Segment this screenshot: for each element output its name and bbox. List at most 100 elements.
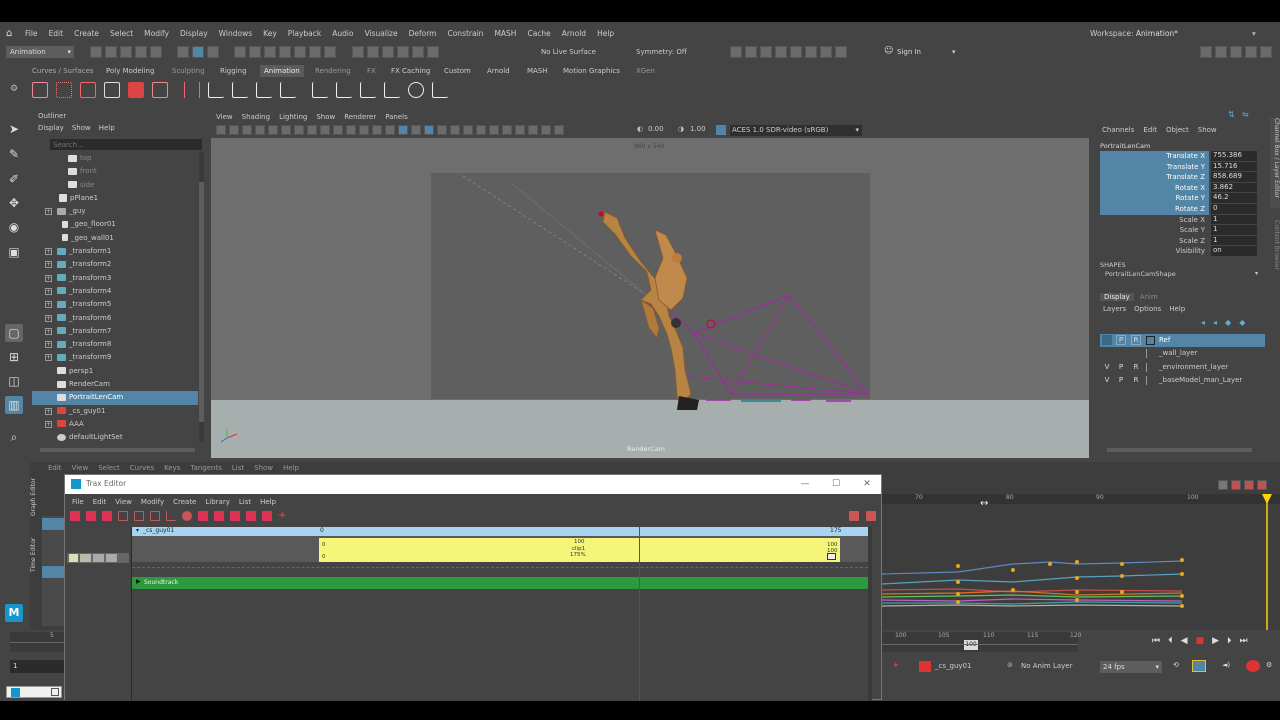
- channel-value[interactable]: 858.689: [1211, 172, 1257, 182]
- expand-icon[interactable]: +: [45, 274, 52, 282]
- channel-box-icon[interactable]: [1245, 46, 1257, 58]
- shelf-tab-rendering[interactable]: Rendering: [315, 65, 351, 77]
- render-settings-icon[interactable]: [775, 46, 787, 58]
- rigid-bind-icon[interactable]: [256, 82, 273, 98]
- time-slider-left[interactable]: 5: [10, 632, 64, 652]
- save-scene-icon[interactable]: [120, 46, 132, 58]
- motion-blur-icon[interactable]: [476, 125, 486, 135]
- trax-menu-view[interactable]: View: [115, 498, 132, 506]
- character-track-header[interactable]: ▾ _cs_guy01 0 175: [132, 527, 868, 536]
- layer-reference-toggle[interactable]: R: [1131, 361, 1141, 374]
- auto-key-icon[interactable]: [1192, 660, 1206, 672]
- step-back-key-icon[interactable]: ⏴: [1168, 636, 1173, 646]
- channel-row[interactable]: Scale Y1: [1100, 225, 1260, 236]
- outliner-item[interactable]: top: [32, 152, 198, 165]
- graph-menu-edit[interactable]: Edit: [48, 464, 62, 472]
- graph-menu-list[interactable]: List: [232, 464, 244, 472]
- select-component-icon[interactable]: [207, 46, 220, 58]
- layer-visibility-toggle[interactable]: [1102, 335, 1112, 345]
- trax-menu-library[interactable]: Library: [205, 498, 229, 506]
- use-all-lights-icon[interactable]: [437, 125, 447, 135]
- live-surface-field[interactable]: No Live Surface: [541, 44, 596, 60]
- magnet-snap-icon[interactable]: [426, 46, 439, 58]
- render-sequence-icon[interactable]: [745, 46, 757, 58]
- outliner-item[interactable]: + _transform6: [32, 312, 198, 325]
- shelf-tab-sculpting[interactable]: Sculpting: [172, 65, 205, 77]
- trax-option-icon[interactable]: [849, 511, 859, 521]
- motion-trail-icon[interactable]: [104, 82, 120, 98]
- sign-in-dropdown-icon[interactable]: ▾: [952, 44, 956, 60]
- channel-value[interactable]: 15.716: [1211, 161, 1257, 172]
- sign-in-button[interactable]: Sign In: [897, 44, 921, 60]
- maximize-icon[interactable]: ☐: [829, 479, 843, 491]
- graph-menu-curves[interactable]: Curves: [130, 464, 154, 472]
- field-chart-icon[interactable]: [346, 125, 356, 135]
- taskbar-icon[interactable]: [6, 686, 62, 698]
- menu-mash[interactable]: MASH: [494, 29, 516, 38]
- anti-aliasing-icon[interactable]: [489, 125, 499, 135]
- channel-row[interactable]: Translate Y 15.716: [1100, 161, 1260, 173]
- image-plane-icon[interactable]: [255, 125, 265, 135]
- layer-visibility-toggle[interactable]: V: [1102, 361, 1112, 374]
- layer-tab-display[interactable]: Display: [1100, 293, 1134, 301]
- menu-arnold[interactable]: Arnold: [562, 29, 586, 38]
- graph-menu-view[interactable]: View: [72, 464, 89, 472]
- lock-track-icon[interactable]: [230, 511, 240, 521]
- bind-skin-icon[interactable]: [232, 82, 249, 98]
- add-track-icon[interactable]: +: [278, 511, 288, 521]
- home-icon[interactable]: ⌂: [6, 26, 12, 42]
- outliner-item[interactable]: _geo_floor01: [32, 218, 198, 231]
- safe-title-icon[interactable]: [372, 125, 382, 135]
- go-to-end-icon[interactable]: ⏭: [1240, 636, 1248, 646]
- xray-icon[interactable]: [528, 125, 538, 135]
- channel-value[interactable]: 1: [1211, 214, 1257, 225]
- stop-icon[interactable]: ■: [1196, 636, 1205, 646]
- outliner-item[interactable]: PortraitLenCam: [32, 391, 198, 405]
- lock-icon[interactable]: [309, 46, 322, 58]
- channel-row[interactable]: Translate X 755.386: [1100, 151, 1260, 162]
- play-forward-icon[interactable]: ▶: [1212, 636, 1219, 646]
- trax-menu-modify[interactable]: Modify: [141, 498, 164, 506]
- viewport-canvas[interactable]: 960 x 540 RenderCam: [211, 138, 1089, 458]
- expand-icon[interactable]: +: [45, 261, 52, 269]
- snap-curve-icon[interactable]: [249, 46, 262, 58]
- graph-layout-icon[interactable]: ▥: [5, 396, 23, 414]
- trax-title-bar[interactable]: Trax Editor — ☐ ✕: [65, 475, 881, 494]
- channel-row[interactable]: Rotate X 3.862: [1100, 182, 1260, 194]
- paint-weights-icon[interactable]: [280, 82, 297, 98]
- step-forward-key-icon[interactable]: ⏵: [1227, 636, 1232, 646]
- mute-track-icon[interactable]: [80, 554, 91, 562]
- shelf-tab-animation[interactable]: Animation: [260, 65, 304, 77]
- menu-display[interactable]: Display: [180, 29, 208, 38]
- expand-icon[interactable]: +: [45, 354, 52, 362]
- textured-icon[interactable]: [424, 125, 434, 135]
- outliner-item[interactable]: front: [32, 165, 198, 178]
- select-hierarchy-icon[interactable]: [177, 46, 190, 58]
- side-tab-channel-box[interactable]: Channel Box / Layer Editor: [1270, 118, 1280, 208]
- load-selected-icon[interactable]: [86, 511, 96, 521]
- viewport-menu-panels[interactable]: Panels: [385, 113, 408, 121]
- anim-layer-field[interactable]: No Anim Layer: [1021, 662, 1072, 670]
- layer-options-menu[interactable]: Options: [1134, 305, 1161, 313]
- menu-key[interactable]: Key: [263, 29, 277, 38]
- channel-row[interactable]: Scale X1: [1100, 214, 1260, 226]
- trax-menu-create[interactable]: Create: [173, 498, 196, 506]
- safe-action-icon[interactable]: [359, 125, 369, 135]
- channel-value[interactable]: 1: [1211, 235, 1257, 246]
- channel-row[interactable]: Scale Z1: [1100, 235, 1260, 247]
- outliner-item[interactable]: _geo_wall01: [32, 232, 198, 245]
- graph-tool-icon[interactable]: [1257, 480, 1267, 490]
- layer-row[interactable]: P R Ref: [1100, 334, 1265, 348]
- outliner-hscrollbar[interactable]: [40, 448, 195, 452]
- outliner-item[interactable]: + _transform5: [32, 298, 198, 311]
- orient-constraint-icon[interactable]: [360, 82, 377, 98]
- outliner-item[interactable]: side: [32, 179, 198, 192]
- workspace-dropdown-icon[interactable]: ▾: [1252, 26, 1256, 42]
- shadows-icon[interactable]: [450, 125, 460, 135]
- layer-reference-toggle[interactable]: R: [1131, 335, 1141, 345]
- attribute-editor-icon[interactable]: [1215, 46, 1227, 58]
- snap-point-icon[interactable]: [264, 46, 277, 58]
- aim-constraint-icon[interactable]: [408, 82, 425, 98]
- outliner-item[interactable]: + _transform9: [32, 351, 198, 364]
- menu-constrain[interactable]: Constrain: [447, 29, 483, 38]
